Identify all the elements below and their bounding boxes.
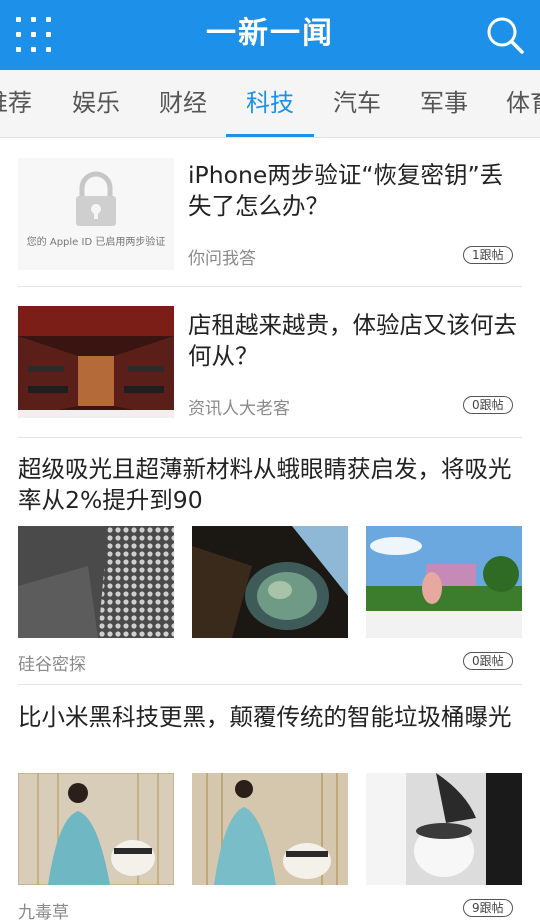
app-header: 一新一闻 — [0, 0, 540, 70]
tab-military[interactable]: 军事 — [402, 70, 486, 137]
tab-sports[interactable]: 体育 — [494, 70, 540, 137]
divider — [18, 437, 522, 438]
news-thumbnail[interactable] — [18, 526, 174, 638]
news-source: 九毒草 — [18, 903, 69, 920]
tab-recommend[interactable]: 推荐 — [0, 70, 36, 137]
comment-count-badge: 9跟帖 — [463, 899, 513, 917]
news-thumbnail[interactable] — [18, 306, 174, 418]
news-title[interactable]: 比小米黑科技更黑，颠覆传统的智能垃圾桶曝光 — [18, 702, 522, 733]
news-thumbnail[interactable] — [18, 773, 174, 885]
category-tabs: 推荐 娱乐 财经 科技 汽车 军事 体育 — [0, 70, 540, 138]
comment-count-badge: 1跟帖 — [463, 246, 513, 264]
news-title[interactable]: 店租越来越贵，体验店又该何去何从？ — [188, 310, 522, 372]
comment-count-badge: 0跟帖 — [463, 652, 513, 670]
divider — [18, 684, 522, 685]
news-source: 硅谷密探 — [18, 655, 86, 675]
divider — [18, 286, 522, 287]
news-thumbnail[interactable] — [192, 773, 348, 885]
news-title[interactable]: iPhone两步验证“恢复密钥”丢失了怎么办？ — [188, 160, 522, 222]
news-thumbnail[interactable] — [366, 526, 522, 638]
comment-count-badge: 0跟帖 — [463, 396, 513, 414]
news-thumbnail[interactable] — [192, 526, 348, 638]
tab-entertainment[interactable]: 娱乐 — [54, 70, 138, 137]
news-source: 你问我答 — [188, 249, 256, 269]
tab-finance[interactable]: 财经 — [141, 70, 225, 137]
thumb-caption: 您的 Apple ID 已启用两步验证 — [26, 237, 166, 248]
tab-auto[interactable]: 汽车 — [315, 70, 399, 137]
app-title: 一新一闻 — [206, 16, 334, 51]
active-tab-indicator — [226, 134, 314, 137]
search-icon[interactable] — [484, 14, 526, 56]
tab-tech[interactable]: 科技 — [228, 70, 312, 137]
news-title[interactable]: 超级吸光且超薄新材料从蛾眼睛获启发，将吸光率从2%提升到90 — [18, 454, 522, 516]
news-source: 资讯人大老客 — [188, 399, 290, 419]
news-thumbnail[interactable]: 您的 Apple ID 已启用两步验证 — [18, 158, 174, 270]
news-thumbnail[interactable] — [366, 773, 522, 885]
